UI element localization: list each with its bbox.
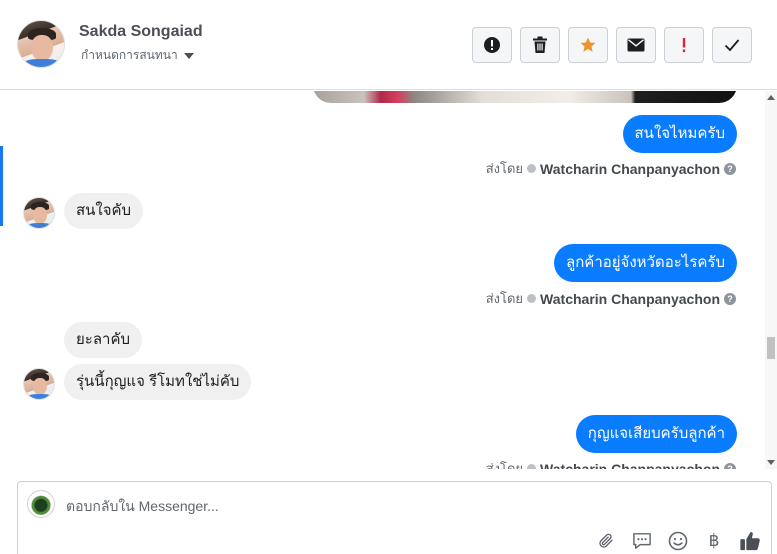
thumbs-up-icon (740, 532, 760, 551)
sent-by-prefix: ส่งโดย (485, 161, 524, 176)
verified-dot-icon (527, 164, 537, 173)
verified-dot-icon (527, 464, 537, 469)
sent-by-prefix: ส่งโดย (485, 291, 524, 306)
contact-avatar-small[interactable] (23, 197, 55, 229)
avatar-face (31, 35, 53, 61)
incoming-message[interactable]: ยะลาคับ (64, 322, 143, 358)
thread-scrollbar[interactable] (765, 91, 777, 469)
sent-by-prefix: ส่งโดย (485, 461, 524, 469)
reply-input[interactable]: ตอบกลับใน Messenger... (66, 496, 219, 518)
sender-name[interactable]: Watcharin Chanpanyachon (540, 291, 720, 307)
alert-icon (484, 37, 500, 53)
emoji-button[interactable] (667, 530, 689, 552)
outgoing-message[interactable]: สนใจไหมครับ (622, 115, 737, 153)
envelope-icon (627, 38, 645, 52)
sent-by-meta: ส่งโดย Watcharin Chanpanyachon ? (486, 458, 736, 469)
mark-spam-button[interactable] (472, 27, 512, 63)
check-icon (724, 39, 740, 52)
contact-avatar-small[interactable] (23, 368, 55, 400)
baht-icon: ฿ (708, 531, 720, 550)
exclamation-icon (682, 38, 686, 53)
attach-button[interactable] (595, 530, 617, 552)
star-button[interactable] (568, 27, 608, 63)
avatar-shirt (22, 59, 62, 67)
outgoing-message[interactable]: ลูกค้าอยู่จังหวัดอะไรครับ (554, 244, 737, 282)
sent-by-meta: ส่งโดย Watcharin Chanpanyachon ? (486, 288, 736, 309)
scroll-up-arrow-icon[interactable] (767, 95, 775, 100)
reply-composer[interactable]: ตอบกลับใน Messenger... ฿ (17, 481, 772, 554)
speech-bubble-icon (633, 533, 651, 549)
incoming-message[interactable]: รุ่นนี้กุญแจ รีโมทใช่ไม่คับ (64, 364, 252, 400)
message-thread[interactable]: สนใจไหมครับ ส่งโดย Watcharin Chanpanyach… (0, 91, 777, 469)
delete-button[interactable] (520, 27, 560, 63)
avatar-shirt (27, 223, 53, 228)
conversation-setting-label: กำหนดการสนทนา (81, 48, 178, 62)
like-button[interactable] (739, 530, 761, 552)
trash-icon (533, 36, 547, 53)
active-indicator (0, 146, 3, 226)
composer-toolbar: ฿ (595, 530, 761, 552)
contact-name[interactable]: Sakda Songaiad (79, 23, 203, 41)
mark-done-button[interactable] (712, 27, 752, 63)
payment-button[interactable]: ฿ (703, 530, 725, 552)
paperclip-icon (599, 533, 613, 548)
avatar-shirt (27, 394, 53, 399)
page-avatar (27, 490, 55, 518)
avatar-face (33, 207, 47, 224)
help-icon[interactable]: ? (724, 162, 736, 175)
mark-unread-button[interactable] (616, 27, 656, 63)
outgoing-message[interactable]: กุญแจเสียบครับลูกค้า (575, 415, 737, 453)
smiley-icon (668, 531, 688, 551)
scroll-thumb[interactable] (767, 337, 775, 359)
conversation-header: Sakda Songaiad กำหนดการสนทนา (0, 0, 777, 90)
chevron-down-icon (183, 52, 194, 59)
conversation-setting-dropdown[interactable]: กำหนดการสนทนา (81, 46, 194, 65)
shared-photo[interactable] (313, 91, 737, 103)
star-icon (580, 37, 596, 52)
incoming-message[interactable]: สนใจคับ (64, 193, 144, 229)
help-icon[interactable]: ? (724, 292, 736, 305)
help-icon[interactable]: ? (724, 462, 736, 469)
sender-name[interactable]: Watcharin Chanpanyachon (540, 461, 720, 470)
scroll-down-arrow-icon[interactable] (767, 460, 775, 465)
avatar-face (33, 378, 47, 395)
contact-avatar[interactable] (17, 20, 65, 68)
verified-dot-icon (527, 294, 537, 303)
saved-replies-button[interactable] (631, 530, 653, 552)
sent-by-meta: ส่งโดย Watcharin Chanpanyachon ? (486, 158, 736, 179)
sender-name[interactable]: Watcharin Chanpanyachon (540, 161, 720, 177)
follow-up-button[interactable] (664, 27, 704, 63)
